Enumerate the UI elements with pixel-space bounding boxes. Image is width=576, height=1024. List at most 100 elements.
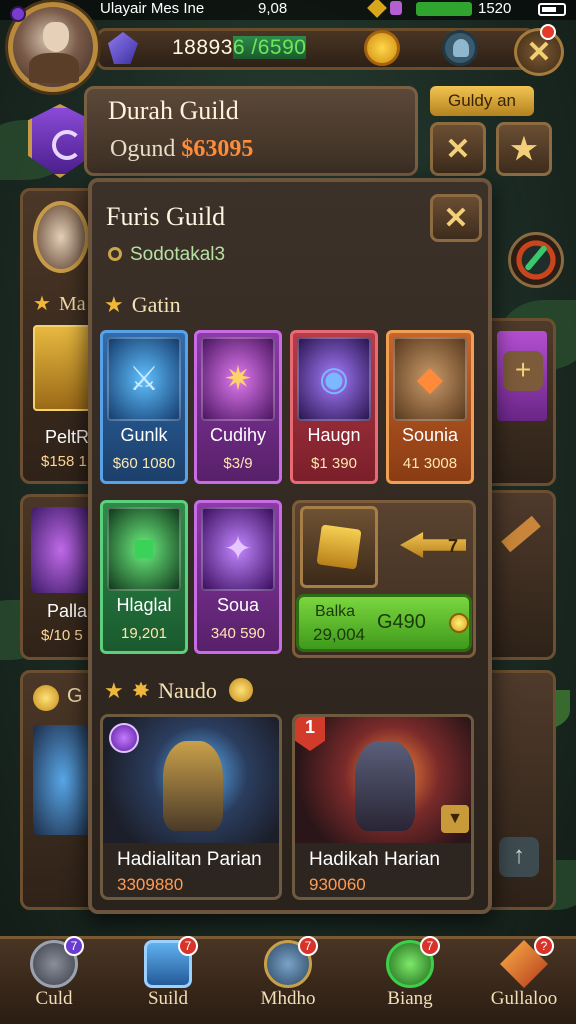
- item-card[interactable]: ⚔ Gunlk $60 1080: [100, 330, 188, 484]
- nav-label: Culd: [35, 988, 73, 1009]
- hero-name: Hadikah Harian: [309, 849, 440, 870]
- modal-close-button[interactable]: ✕: [430, 194, 482, 242]
- nav-badge: 7: [178, 936, 198, 956]
- currency-secondary: 6 /6590: [232, 36, 307, 59]
- sword-icon: ⚔: [128, 360, 160, 398]
- section-naudo: ★ ✸ Naudo: [104, 678, 253, 704]
- hud-close-button[interactable]: ✕: [514, 28, 564, 76]
- item-card[interactable]: ◆ Sounia 41 3008: [386, 330, 474, 484]
- section-gatin: ★ Gatin: [104, 292, 181, 317]
- trade-arrow-badge: 7: [448, 536, 459, 556]
- modal-subtitle-text: Sodotakal3: [130, 244, 226, 265]
- currency-main: 18893: [172, 36, 233, 59]
- nav-label: Suild: [147, 988, 189, 1009]
- ring-icon: [108, 247, 122, 261]
- hero-card[interactable]: Hadialitan Parian 3309880: [100, 714, 282, 900]
- modal-subtitle: Sodotakal3: [108, 244, 225, 266]
- nav-item-suild[interactable]: 7 Suild: [118, 936, 218, 1020]
- hero-art: [103, 717, 279, 843]
- gold-gem-icon: [367, 0, 387, 18]
- back-guild-sub-label: Ogund: [110, 136, 176, 162]
- hero-card[interactable]: 1 ▼ Hadikah Harian 930060: [292, 714, 474, 900]
- nav-badge: 7: [64, 936, 84, 956]
- close-icon: ✕: [443, 201, 469, 235]
- buy-button[interactable]: Balka 29,004 G490: [296, 594, 472, 652]
- star-icon: ★: [104, 678, 124, 703]
- nav-item-culd[interactable]: 7 Culd: [4, 936, 104, 1020]
- item-name: Gunlk: [120, 425, 168, 445]
- nav-badge: 7: [420, 936, 440, 956]
- item-price: 340 590: [210, 625, 266, 642]
- battery-icon: [538, 3, 566, 16]
- side-card-name: PeltR: [45, 427, 90, 447]
- item-card[interactable]: ✷ Cudihy $3/9: [194, 330, 282, 484]
- purple-gem-icon: [390, 1, 402, 15]
- close-icon: ✕: [445, 132, 471, 166]
- item-name: Soua: [216, 595, 260, 615]
- coin-icon: [228, 678, 253, 702]
- helmet-icon[interactable]: [442, 30, 478, 66]
- back-guild-title: Durah Guild: [108, 96, 239, 125]
- energy-bar: [416, 2, 472, 16]
- item-name: Hlaglal: [116, 595, 172, 615]
- dark-knight-figure: [355, 741, 415, 831]
- side-card-name: Palla: [47, 601, 88, 621]
- mage-icon: [31, 507, 91, 593]
- knight-figure: [163, 741, 223, 831]
- item-price: $3/9: [223, 455, 253, 472]
- item-price: $1 390: [311, 455, 357, 472]
- item-card[interactable]: ◉ Haugn $1 390: [290, 330, 378, 484]
- item-price: 41 3008: [402, 455, 458, 472]
- plus-icon[interactable]: +: [503, 351, 543, 391]
- back-guild-subtitle: Ogund $63095: [110, 136, 253, 163]
- side-label-ma: ★ Ma: [33, 293, 86, 315]
- item-art: ◆: [393, 337, 467, 421]
- hero-name: Hadialitan Parian: [117, 849, 262, 870]
- status-center-text: 9,08: [258, 0, 288, 17]
- sun-coin-icon[interactable]: [364, 30, 400, 66]
- item-art: ◉: [297, 337, 371, 421]
- status-right-text: 1520: [478, 0, 512, 17]
- nav-label: Gullaloo: [490, 988, 558, 1009]
- treasure-chest-icon: [300, 506, 378, 588]
- buy-button-price: G490: [377, 611, 426, 633]
- warrior-icon: [33, 725, 93, 835]
- item-name: Sounia: [401, 425, 459, 445]
- item-card[interactable]: ✦ Soua 340 590: [194, 500, 282, 654]
- item-art: ⚔: [107, 337, 181, 421]
- back-guild-amount: $63095: [181, 136, 254, 162]
- item-art: ■: [107, 507, 181, 591]
- dagger-icon: ✦: [223, 530, 253, 568]
- item-art: ✦: [201, 507, 275, 591]
- item-name: Haugn: [307, 425, 361, 445]
- up-arrow-icon[interactable]: ↑: [499, 837, 539, 877]
- guild-tag-button[interactable]: Guldy an: [430, 86, 534, 116]
- side-label-g: G: [67, 685, 83, 707]
- nav-item-gullaloo[interactable]: ? Gullaloo: [474, 936, 574, 1020]
- avatar-rank-badge: [10, 6, 26, 22]
- armor-icon: [33, 325, 91, 411]
- buy-button-label: Balka: [315, 603, 356, 620]
- hero-price: 3309880: [117, 875, 184, 894]
- compass-icon[interactable]: [508, 232, 564, 288]
- item-card[interactable]: ■ Hlaglal 19,201: [100, 500, 188, 654]
- currency-value: 188936 /6590: [172, 36, 307, 60]
- buy-button-amount: 29,004: [313, 625, 365, 644]
- starburst-icon: ✷: [223, 360, 253, 398]
- sparkle-icon: ✸: [131, 678, 151, 703]
- hero-price: 930060: [309, 875, 366, 894]
- status-left-text: Ulayair Mes Ine: [100, 0, 205, 17]
- nav-item-mhdho[interactable]: 7 Mhdho: [238, 936, 338, 1020]
- nav-badge: 7: [298, 936, 318, 956]
- favorite-button[interactable]: ★: [496, 122, 552, 176]
- coin-icon: [33, 685, 59, 711]
- back-close-button[interactable]: ✕: [430, 122, 486, 176]
- nav-label: Mhdho: [260, 988, 316, 1009]
- down-arrow-icon[interactable]: ▼: [441, 805, 469, 833]
- star-icon: ★: [104, 292, 124, 317]
- hero-rank-badge: 1: [295, 717, 325, 751]
- orb-icon: ◉: [319, 360, 349, 398]
- cube-icon: ■: [132, 527, 156, 570]
- nav-item-biang[interactable]: 7 Biang: [360, 936, 460, 1020]
- item-art: ✷: [201, 337, 275, 421]
